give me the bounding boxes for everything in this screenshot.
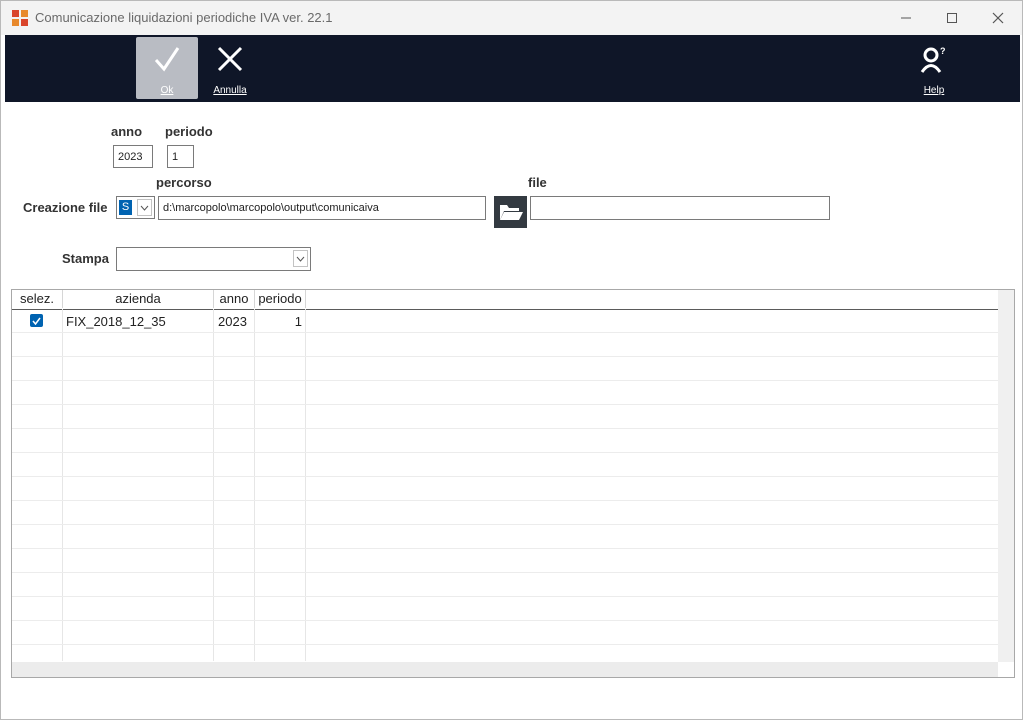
column-header-azienda[interactable]: azienda xyxy=(63,290,214,308)
minimize-button[interactable] xyxy=(883,1,929,35)
table-row[interactable] xyxy=(12,453,998,477)
help-user-icon: ? xyxy=(920,46,946,73)
table-row[interactable] xyxy=(12,621,998,645)
table-row[interactable] xyxy=(12,405,998,429)
periodo-input[interactable]: 1 xyxy=(167,145,194,168)
cell-azienda: FIX_2018_12_35 xyxy=(66,314,166,329)
chevron-down-icon xyxy=(137,199,152,216)
toolbar: Ok Annulla ? Help xyxy=(5,35,1020,102)
table-row[interactable] xyxy=(12,501,998,525)
stampa-label: Stampa xyxy=(62,251,109,266)
creazione-file-value: S xyxy=(119,200,132,215)
table-row[interactable] xyxy=(12,333,998,357)
title-bar: Comunicazione liquidazioni periodiche IV… xyxy=(1,1,1022,35)
window-title: Comunicazione liquidazioni periodiche IV… xyxy=(35,10,333,25)
table-row[interactable] xyxy=(12,477,998,501)
ok-button[interactable]: Ok xyxy=(136,37,198,99)
percorso-input[interactable]: d:\marcopolo\marcopolo\output\comunicaiv… xyxy=(158,196,486,220)
companies-table[interactable]: selez. azienda anno periodo FIX_2018_12_… xyxy=(11,289,1015,678)
column-header-periodo[interactable]: periodo xyxy=(255,290,306,308)
horizontal-scrollbar[interactable] xyxy=(12,662,998,677)
maximize-button[interactable] xyxy=(929,1,975,35)
stampa-value xyxy=(117,248,287,270)
file-input[interactable] xyxy=(530,196,830,220)
file-label: file xyxy=(528,175,547,190)
svg-text:?: ? xyxy=(940,46,946,56)
help-label: Help xyxy=(923,85,945,96)
table-row[interactable] xyxy=(12,597,998,621)
creazione-file-select[interactable]: S xyxy=(116,196,155,219)
close-button[interactable] xyxy=(975,1,1021,35)
percorso-label: percorso xyxy=(156,175,212,190)
table-header: selez. azienda anno periodo xyxy=(12,290,998,310)
chevron-down-icon xyxy=(293,250,308,267)
vertical-scrollbar[interactable] xyxy=(998,290,1014,662)
stampa-select[interactable] xyxy=(116,247,311,271)
cancel-label: Annulla xyxy=(213,85,247,96)
ok-label: Ok xyxy=(160,85,174,96)
cell-anno: 2023 xyxy=(218,314,247,329)
anno-input[interactable]: 2023 xyxy=(113,145,153,168)
help-button[interactable]: ? Help xyxy=(903,37,965,99)
column-header-selez[interactable]: selez. xyxy=(12,290,63,308)
close-x-icon xyxy=(217,46,243,72)
column-header-anno[interactable]: anno xyxy=(214,290,255,308)
browse-folder-button[interactable] xyxy=(494,196,527,228)
checkmark-icon xyxy=(154,47,180,72)
app-logo-icon xyxy=(12,10,28,26)
table-row[interactable] xyxy=(12,429,998,453)
folder-open-icon xyxy=(499,205,523,220)
anno-label: anno xyxy=(111,124,143,139)
row-select-checkbox[interactable] xyxy=(30,314,43,327)
table-row[interactable] xyxy=(12,549,998,573)
creazione-file-label: Creazione file xyxy=(23,200,108,215)
periodo-label: periodo xyxy=(165,124,213,139)
cell-periodo: 1 xyxy=(294,314,302,329)
table-row[interactable] xyxy=(12,357,998,381)
table-row[interactable] xyxy=(12,525,998,549)
table-row[interactable]: FIX_2018_12_35 2023 1 xyxy=(12,309,998,333)
table-row[interactable] xyxy=(12,573,998,597)
check-icon xyxy=(32,317,41,325)
table-row[interactable] xyxy=(12,381,998,405)
app-window: Comunicazione liquidazioni periodiche IV… xyxy=(0,0,1023,720)
cancel-button[interactable]: Annulla xyxy=(199,37,261,99)
